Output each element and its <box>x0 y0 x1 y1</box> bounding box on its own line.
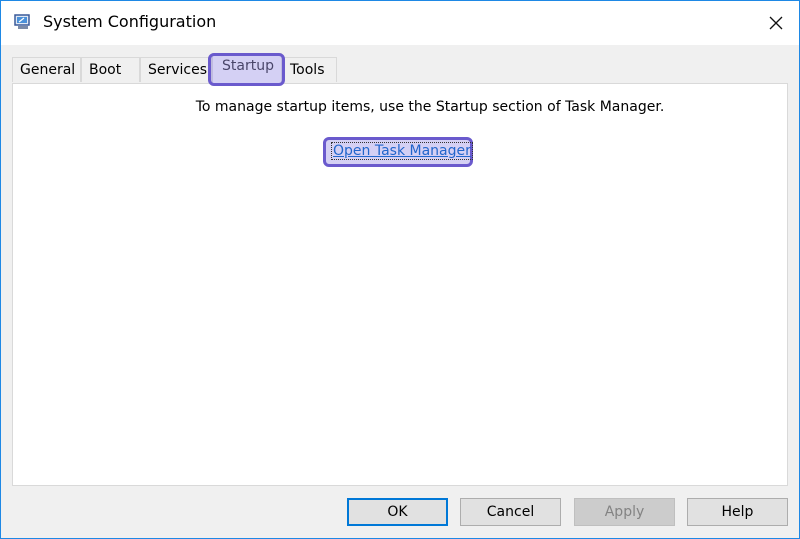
tab-tools[interactable]: Tools <box>282 57 337 82</box>
apply-button[interactable]: Apply <box>574 498 675 526</box>
tab-startup-highlight <box>208 53 285 86</box>
tab-services[interactable]: Services <box>140 57 212 82</box>
startup-message: To manage startup items, use the Startup… <box>195 99 665 115</box>
system-config-icon <box>14 14 32 30</box>
close-icon <box>769 16 783 30</box>
tab-label: Services <box>148 62 208 78</box>
tab-general[interactable]: General <box>12 57 81 82</box>
window-title: System Configuration <box>43 12 217 31</box>
cancel-button[interactable]: Cancel <box>460 498 561 526</box>
tab-boot[interactable]: Boot <box>81 57 140 82</box>
tab-label: Boot <box>89 62 122 78</box>
close-button[interactable] <box>761 9 791 37</box>
ok-button[interactable]: OK <box>347 498 448 526</box>
title-bar: System Configuration <box>1 1 799 45</box>
help-button[interactable]: Help <box>687 498 788 526</box>
tab-label: General <box>20 62 76 78</box>
system-configuration-window: System Configuration To manage startup i… <box>0 0 800 539</box>
tab-label: Tools <box>290 62 325 78</box>
open-task-manager-link[interactable]: Open Task Manager <box>331 142 473 160</box>
